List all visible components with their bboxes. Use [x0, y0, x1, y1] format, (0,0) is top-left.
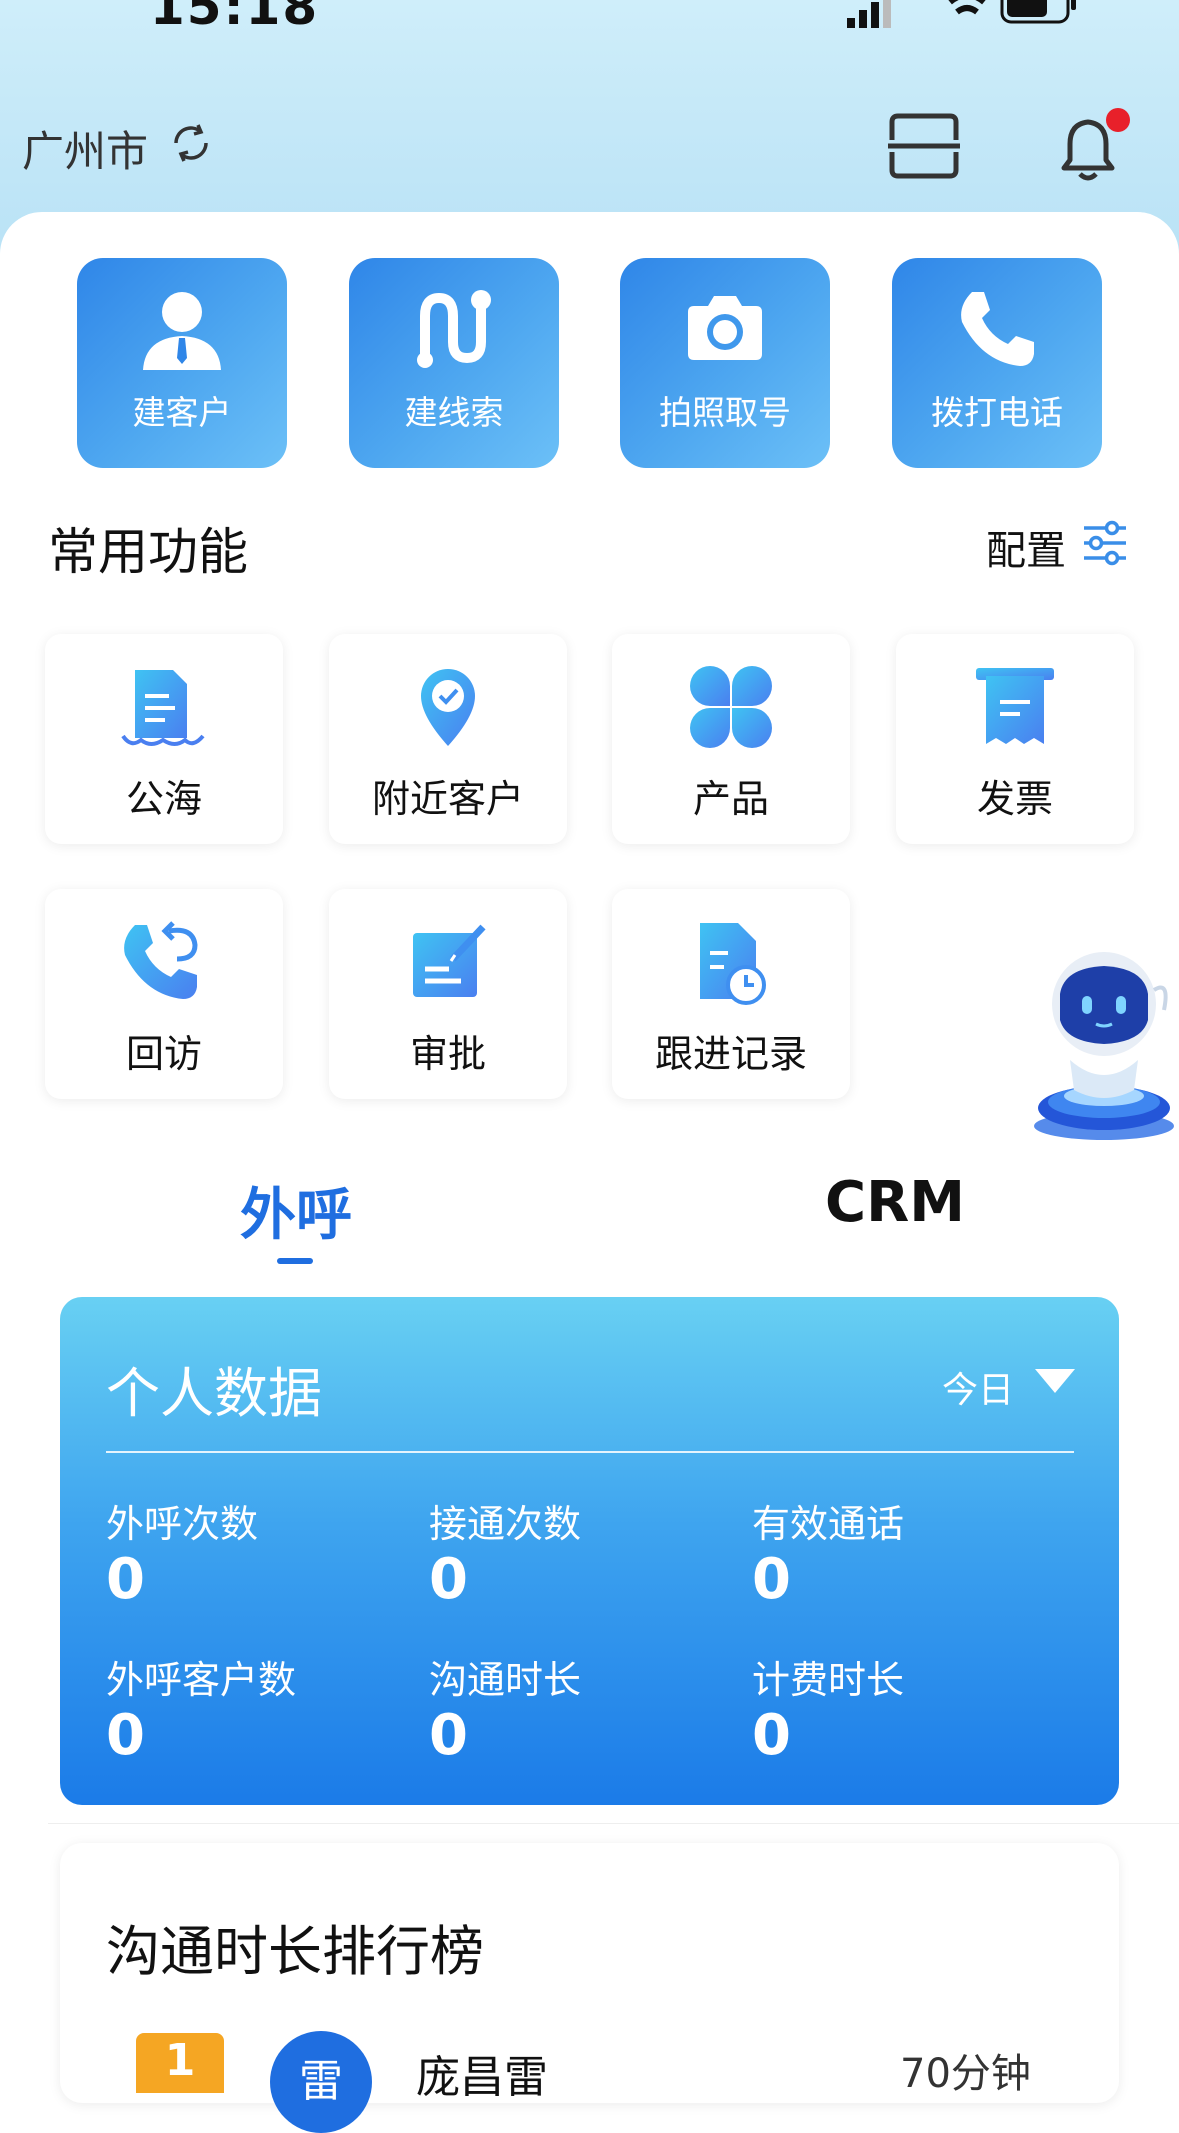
function-public-pool[interactable]: 公海 [45, 634, 283, 844]
notification-dot [1106, 108, 1130, 132]
settings-sliders-icon[interactable] [1082, 520, 1128, 566]
receipt-icon [976, 668, 1054, 744]
stat-value-outbound-calls: 0 [106, 1547, 145, 1612]
stat-label-outbound-customers: 外呼客户数 [106, 1658, 297, 1702]
quick-action-label: 拨打电话 [931, 393, 1063, 432]
config-button[interactable]: 配置 [986, 518, 1066, 576]
section-title-common-functions: 常用功能 [48, 523, 248, 581]
function-follow-up-records[interactable]: 跟进记录 [612, 889, 850, 1099]
refresh-icon[interactable] [168, 120, 214, 166]
function-label: 回访 [125, 1032, 202, 1076]
function-label: 公海 [125, 777, 202, 821]
stat-value-billed-duration: 0 [752, 1703, 791, 1768]
quick-action-label: 建客户 [132, 393, 232, 432]
edit-icon [413, 924, 486, 997]
tab-outbound-call[interactable]: 外呼 [240, 1170, 352, 1251]
route-icon [417, 290, 491, 368]
stat-value-connected-calls: 0 [429, 1547, 468, 1612]
quick-action-label: 建线索 [404, 393, 504, 432]
talk-duration-ranking-card: 沟通时长排行榜 1 雷 庞昌雷 70分钟 [60, 1843, 1119, 2133]
quick-action-label: 拍照取号 [659, 393, 791, 432]
city-selector[interactable]: 广州市 [22, 118, 148, 179]
active-tab-indicator [277, 1258, 313, 1264]
camera-icon [688, 296, 762, 360]
user-tie-icon [143, 292, 221, 370]
rank-user-name: 庞昌雷 [416, 2052, 548, 2103]
ai-assistant-robot-icon[interactable] [1030, 940, 1179, 1145]
location-pin-icon [421, 669, 475, 746]
personal-data-title: 个人数据 [106, 1362, 322, 1425]
notification-bell-icon[interactable] [1050, 108, 1130, 188]
quick-action-create-customer[interactable]: 建客户 [77, 258, 287, 468]
section-divider [48, 1823, 1179, 1824]
signal-icon [847, 18, 855, 28]
period-selector[interactable]: 今日 [942, 1361, 1014, 1413]
record-clock-icon [700, 923, 766, 1005]
function-label: 跟进记录 [654, 1032, 807, 1076]
stat-value-talk-duration: 0 [429, 1703, 468, 1768]
function-invoice[interactable]: 发票 [896, 634, 1134, 844]
stat-label-billed-duration: 计费时长 [752, 1658, 905, 1702]
phone-icon [961, 292, 1034, 366]
stat-value-effective-calls: 0 [752, 1547, 791, 1612]
stat-label-outbound-calls: 外呼次数 [106, 1502, 259, 1546]
rank-badge: 1 [136, 2033, 224, 2093]
function-label: 审批 [409, 1032, 486, 1076]
function-label: 发票 [976, 777, 1053, 821]
function-products[interactable]: 产品 [612, 634, 850, 844]
stat-label-talk-duration: 沟通时长 [429, 1658, 582, 1702]
document-icon [121, 670, 205, 746]
avatar-initial: 雷 [299, 2056, 343, 2107]
function-approval[interactable]: 审批 [329, 889, 567, 1099]
quick-action-create-lead[interactable]: 建线索 [349, 258, 559, 468]
tab-crm[interactable]: CRM [825, 1170, 965, 1235]
main-content-card [0, 212, 1179, 2112]
status-indicators-icon [847, 0, 1076, 28]
personal-data-card: 个人数据 今日 外呼次数 0 接通次数 0 有效通话 0 外呼客户数 0 沟通时… [60, 1297, 1119, 1805]
function-label: 产品 [692, 777, 769, 821]
callback-phone-icon [124, 921, 198, 999]
caret-down-icon[interactable] [1033, 1367, 1077, 1395]
function-nearby-customers[interactable]: 附近客户 [329, 634, 567, 844]
scan-icon[interactable] [888, 112, 960, 180]
quick-action-call[interactable]: 拨打电话 [892, 258, 1102, 468]
function-return-visit[interactable]: 回访 [45, 889, 283, 1099]
clover-icon [690, 666, 772, 748]
stat-label-effective-calls: 有效通话 [752, 1502, 905, 1546]
top-header: 广州市 [0, 100, 1179, 190]
divider [106, 1451, 1074, 1453]
stat-value-outbound-customers: 0 [106, 1703, 145, 1768]
wifi-icon [948, 0, 986, 5]
function-label: 附近客户 [371, 777, 524, 821]
status-bar: 15:18 [0, 0, 1179, 40]
rank-number: 1 [164, 2035, 196, 2086]
stat-label-connected-calls: 接通次数 [429, 1502, 582, 1546]
rank-duration: 70分钟 [900, 2051, 1031, 2097]
quick-action-photo-number[interactable]: 拍照取号 [620, 258, 830, 468]
ranking-title: 沟通时长排行榜 [106, 1920, 484, 1983]
avatar: 雷 [270, 2031, 372, 2133]
status-time: 15:18 [150, 0, 320, 36]
